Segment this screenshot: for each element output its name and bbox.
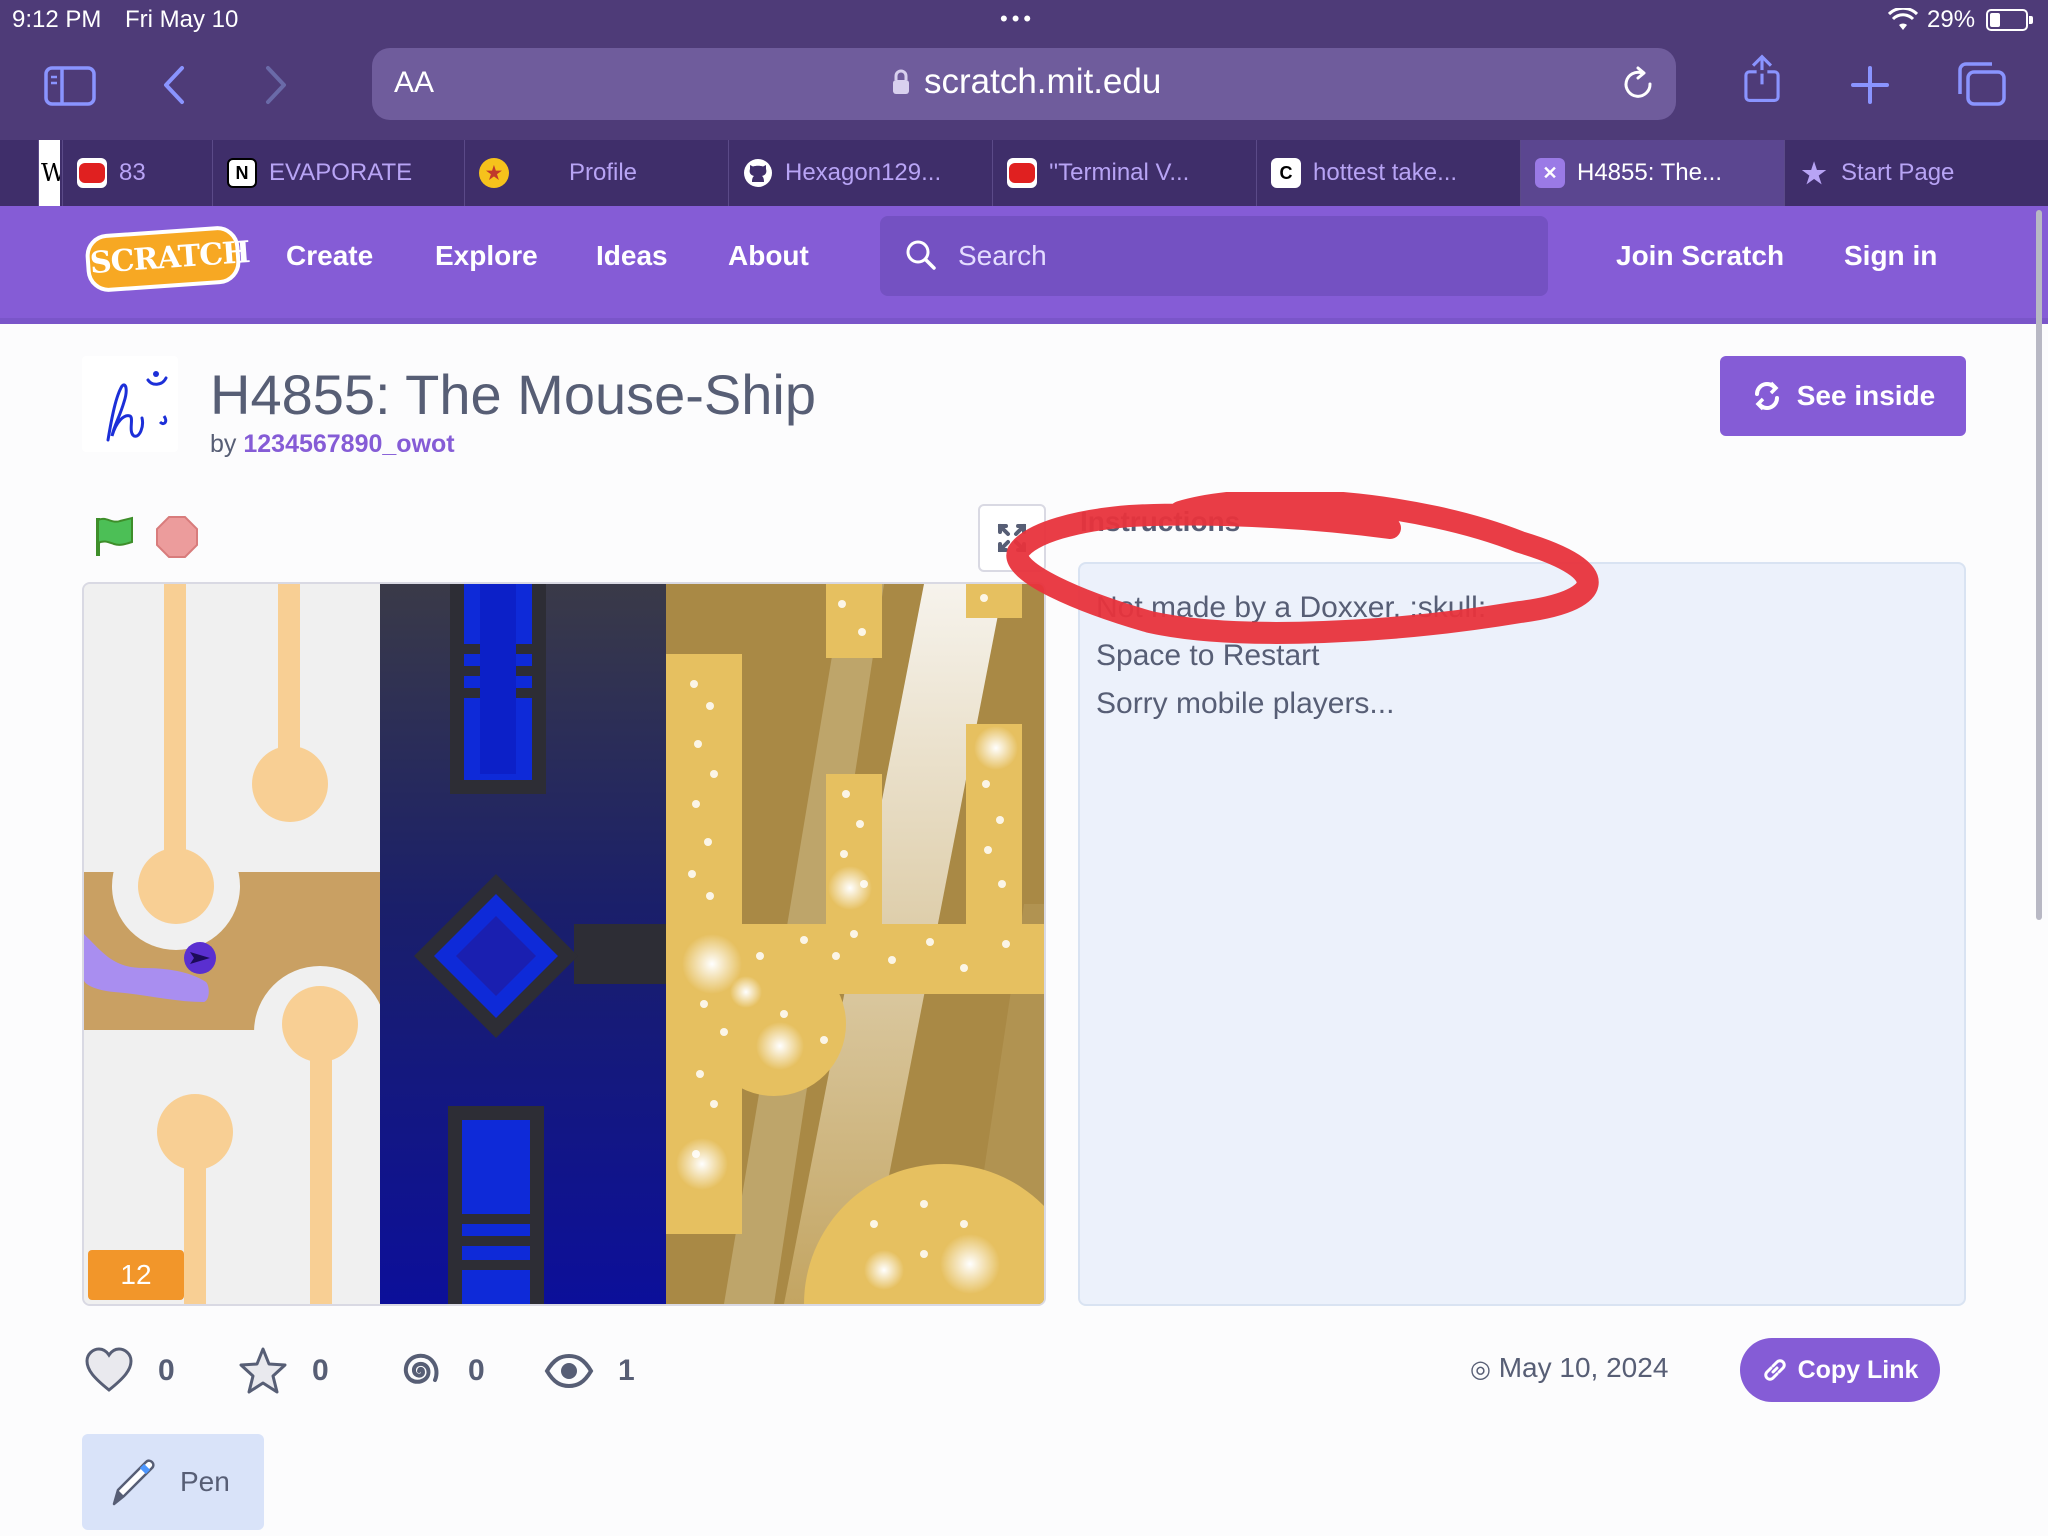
green-flag-icon[interactable] — [92, 514, 136, 558]
stage-left-panel — [84, 584, 386, 1304]
project-byline: by 1234567890_owot — [210, 430, 455, 458]
tab-label: EVAPORATE — [269, 159, 413, 186]
see-inside-button[interactable]: See inside — [1720, 356, 1966, 436]
tab-evaporate[interactable]: N EVAPORATE — [212, 140, 464, 206]
search-input[interactable] — [958, 216, 1518, 296]
lock-icon — [893, 69, 909, 94]
search-box[interactable] — [880, 216, 1548, 296]
author-avatar[interactable] — [82, 356, 178, 452]
share-icon[interactable] — [1734, 54, 1790, 104]
tabs-overview-icon[interactable] — [1954, 60, 2010, 110]
reload-icon[interactable] — [1620, 66, 1656, 102]
remix-spiral-icon — [403, 1353, 439, 1384]
link-icon — [1763, 1359, 1786, 1381]
star-icon — [239, 1347, 287, 1394]
scratch-nav: SCRATCH Create Explore Ideas About Join … — [0, 206, 2048, 324]
tab-label: H4855: The... — [1577, 159, 1722, 186]
tab-profile[interactable]: ★ Profile — [464, 140, 728, 206]
youtube-icon — [1007, 158, 1037, 188]
tab-hottest-take[interactable]: C hottest take... — [1256, 140, 1520, 206]
github-icon — [743, 158, 773, 188]
url-text: scratch.mit.edu — [924, 62, 1162, 101]
status-time: 9:12 PM — [12, 6, 102, 33]
instructions-heading: Instructions — [1080, 506, 1241, 537]
tab-label: Start Page — [1841, 159, 1955, 186]
wikipedia-icon: W — [39, 159, 60, 187]
project-date: ◎ May 10, 2024 — [1470, 1352, 1669, 1383]
sidebar-toggle-icon[interactable] — [42, 60, 98, 110]
fullscreen-button[interactable] — [978, 504, 1046, 572]
battery-icon — [1986, 9, 2033, 31]
battery-percent: 29% — [1927, 6, 1976, 33]
back-icon[interactable] — [148, 60, 204, 110]
tab-start-page[interactable]: ★ Start Page — [1784, 140, 2048, 206]
sign-in-link[interactable]: Sign in — [1844, 240, 1937, 272]
tab-label: Profile — [569, 159, 638, 186]
page-scrollbar[interactable] — [2036, 210, 2042, 920]
browser-toolbar: AA scratch.mit.edu — [0, 40, 2048, 140]
instructions-line: Space to Restart — [1096, 639, 1320, 672]
love-stat[interactable]: 0 — [84, 1346, 175, 1396]
tab-terminal-video[interactable]: ''Terminal V... — [992, 140, 1256, 206]
view-stat: 1 — [544, 1346, 635, 1396]
fullscreen-icon — [998, 524, 1026, 552]
text-size-button[interactable]: AA — [394, 66, 434, 100]
star-icon: ★ — [1801, 157, 1827, 189]
remix-stat: 0 — [394, 1346, 485, 1396]
pen-extension-tag[interactable]: Pen — [82, 1434, 264, 1530]
stage-right-panel — [666, 584, 1044, 1304]
new-tab-icon[interactable] — [1842, 60, 1898, 110]
favorite-stat[interactable]: 0 — [238, 1346, 329, 1396]
heart-icon — [85, 1347, 133, 1392]
join-scratch-link[interactable]: Join Scratch — [1616, 240, 1784, 272]
notion-icon: N — [227, 158, 257, 188]
tab-wikipedia[interactable]: W — [38, 140, 60, 206]
stop-sign-icon[interactable] — [156, 516, 198, 558]
tab-label: ''Terminal V... — [1049, 159, 1190, 186]
eye-icon — [544, 1353, 594, 1389]
tab-label: Hexagon129... — [785, 159, 942, 186]
instructions-line: Sorry mobile players... — [1096, 687, 1395, 720]
tab-youtube-83[interactable]: 83 — [62, 140, 212, 206]
instructions-line: Not made by a Doxxer. :skull: — [1096, 591, 1487, 624]
status-bar: 9:12 PM Fri May 10 ••• 29% — [0, 0, 2048, 40]
pen-icon — [112, 1459, 155, 1506]
multitasking-dots-icon[interactable]: ••• — [1000, 6, 1035, 32]
nav-explore[interactable]: Explore — [435, 240, 538, 272]
project-title: H4855: The Mouse-Ship — [210, 363, 816, 426]
scratch-logo[interactable]: SCRATCH — [84, 224, 251, 294]
forward-icon[interactable] — [246, 60, 302, 110]
author-link[interactable]: 1234567890_owot — [243, 430, 454, 458]
c-icon: C — [1271, 158, 1301, 188]
copy-link-button[interactable]: Copy Link — [1740, 1338, 1940, 1402]
nav-create[interactable]: Create — [286, 240, 373, 272]
tab-label: hottest take... — [1313, 159, 1458, 186]
youtube-icon — [77, 158, 107, 188]
search-icon — [906, 240, 936, 270]
project-stage[interactable]: 12 — [82, 582, 1046, 1306]
tab-github[interactable]: Hexagon129... — [728, 140, 992, 206]
scratch-tab-icon: ✕ — [1535, 158, 1565, 188]
instructions-box: Not made by a Doxxer. :skull: Space to R… — [1078, 562, 1966, 1306]
tab-h4855-active[interactable]: ✕ H4855: The... — [1520, 140, 1784, 206]
star-badge-icon: ★ — [479, 158, 509, 188]
nav-ideas[interactable]: Ideas — [596, 240, 668, 272]
copyright-icon: ◎ — [1470, 1356, 1491, 1383]
stage-middle-panel — [380, 584, 666, 1304]
nav-about[interactable]: About — [728, 240, 809, 272]
variable-counter: 12 — [88, 1250, 184, 1300]
address-bar[interactable]: AA scratch.mit.edu — [372, 48, 1676, 120]
wifi-icon — [1888, 8, 1918, 30]
status-date: Fri May 10 — [125, 6, 239, 33]
tab-label: 83 — [119, 159, 146, 186]
remix-arrows-icon — [1754, 381, 1779, 411]
tab-strip: W 83 N EVAPORATE ★ Profile Hexagon129...… — [0, 140, 2048, 206]
